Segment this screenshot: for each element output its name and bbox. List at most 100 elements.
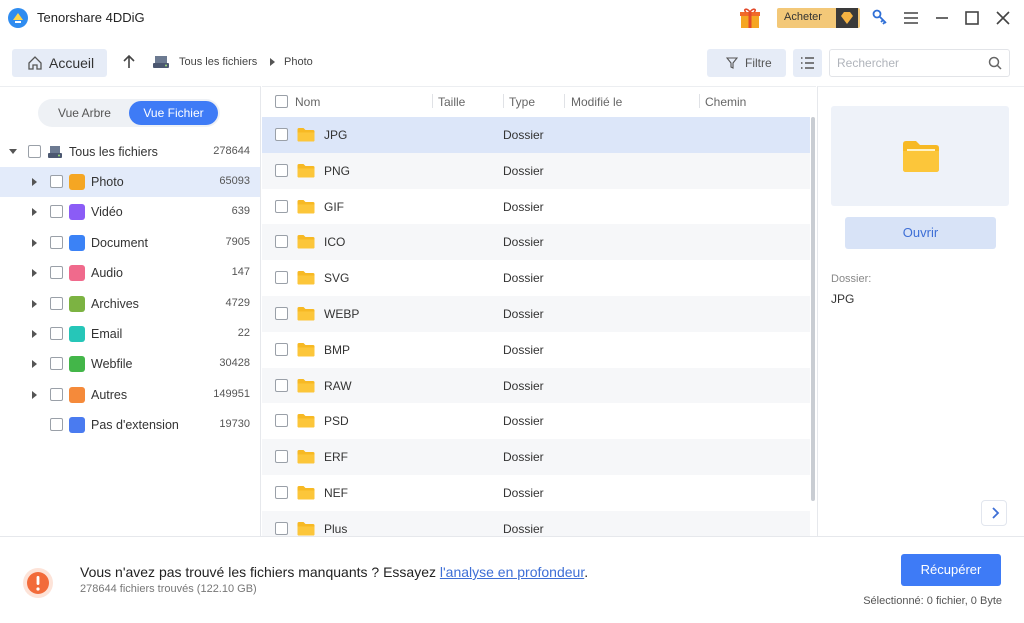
file-row[interactable]: PNG Dossier (262, 152, 810, 189)
deep-scan-link[interactable]: l'analyse en profondeur (440, 564, 584, 580)
file-row-checkbox[interactable] (275, 414, 288, 428)
tree-item-checkbox[interactable] (50, 235, 63, 249)
tree-root-checkbox[interactable] (28, 145, 41, 158)
column-modified[interactable]: Modifié le (571, 95, 622, 109)
email-icon (69, 326, 85, 342)
expand-arrow-icon[interactable] (32, 360, 37, 369)
scrollbar-thumb[interactable] (811, 117, 815, 501)
file-row[interactable]: ICO Dossier (262, 224, 810, 261)
file-row[interactable]: SVG Dossier (262, 260, 810, 296)
file-row-checkbox[interactable] (275, 271, 288, 285)
file-row-checkbox[interactable] (275, 521, 288, 535)
file-list-scrollbar[interactable] (810, 117, 816, 536)
tree-item-label: Document (91, 235, 148, 250)
column-divider[interactable] (432, 94, 433, 108)
file-row[interactable]: JPG Dossier (262, 117, 810, 153)
file-row-checkbox[interactable] (275, 199, 288, 213)
tree-item-checkbox[interactable] (50, 205, 63, 219)
file-type: Dossier (503, 342, 544, 357)
file-row-checkbox[interactable] (275, 486, 288, 499)
file-row[interactable]: BMP Dossier (262, 332, 810, 368)
expand-arrow-icon[interactable] (32, 390, 37, 399)
tree-item-checkbox[interactable] (50, 357, 63, 371)
file-row[interactable]: WEBP Dossier (262, 296, 810, 332)
tree-item-checkbox[interactable] (50, 387, 63, 401)
file-row[interactable]: NEF Dossier (262, 475, 810, 511)
search-icon[interactable] (988, 56, 1002, 70)
folder-icon (297, 199, 315, 214)
message-suffix: . (584, 564, 589, 580)
key-icon[interactable] (870, 8, 890, 28)
tree-item-checkbox[interactable] (50, 266, 63, 280)
drive-icon (48, 146, 62, 158)
filter-icon (726, 57, 738, 69)
buy-button[interactable]: Acheter (777, 8, 860, 28)
recover-button[interactable]: Récupérer (901, 554, 1001, 586)
tree-item-document[interactable]: Document 7905 (0, 228, 260, 258)
file-row-checkbox[interactable] (275, 307, 288, 320)
menu-icon[interactable] (901, 8, 921, 28)
file-row-checkbox[interactable] (275, 128, 288, 141)
column-type[interactable]: Type (509, 95, 535, 109)
tree-item-count: 19730 (219, 418, 250, 431)
home-button[interactable]: Accueil (12, 49, 107, 77)
maximize-icon[interactable] (962, 8, 982, 28)
breadcrumb-photo[interactable]: Photo (284, 56, 313, 68)
expand-arrow-icon[interactable] (32, 299, 37, 308)
expand-arrow-icon[interactable] (32, 269, 37, 278)
expand-arrow-icon[interactable] (32, 208, 37, 217)
column-size[interactable]: Taille (438, 95, 465, 109)
next-button[interactable] (981, 500, 1007, 526)
file-row[interactable]: Plus Dossier (262, 510, 810, 536)
up-arrow-icon[interactable] (121, 54, 137, 70)
close-icon[interactable] (993, 8, 1013, 28)
tree-root-all-files[interactable]: Tous les fichiers 278644 (0, 137, 260, 167)
tree-item-label: Archives (91, 296, 139, 311)
expand-arrow-icon[interactable] (32, 330, 37, 338)
tree-item-webfile[interactable]: Webfile 30428 (0, 349, 260, 379)
gift-icon[interactable] (738, 6, 762, 30)
tree-item-photo[interactable]: Photo 65093 (0, 167, 260, 197)
tree-view-tab[interactable]: Vue Arbre (40, 101, 129, 125)
list-view-button[interactable] (793, 49, 822, 77)
file-view-tab[interactable]: Vue Fichier (129, 101, 218, 125)
filter-button[interactable]: Filtre (707, 49, 786, 77)
column-path[interactable]: Chemin (705, 95, 746, 109)
column-name[interactable]: Nom (295, 95, 320, 109)
tree-item-vid-o[interactable]: Vidéo 639 (0, 197, 260, 227)
file-row-checkbox[interactable] (275, 235, 288, 249)
minimize-icon[interactable] (932, 8, 952, 28)
select-all-checkbox[interactable] (275, 95, 288, 108)
file-row-checkbox[interactable] (275, 378, 288, 392)
document-icon (69, 234, 85, 251)
collapse-arrow-icon[interactable] (9, 149, 17, 154)
tree-item-audio[interactable]: Audio 147 (0, 258, 260, 288)
tree-item-checkbox[interactable] (50, 418, 63, 432)
file-row[interactable]: ERF Dossier (262, 439, 810, 475)
tree-item-checkbox[interactable] (50, 327, 63, 340)
others-icon (69, 386, 85, 403)
search-input[interactable] (837, 56, 977, 70)
expand-arrow-icon[interactable] (32, 238, 37, 247)
tree-item-pas-d-extension[interactable]: Pas d'extension 19730 (0, 410, 260, 440)
column-divider[interactable] (564, 94, 565, 108)
file-row[interactable]: RAW Dossier (262, 367, 810, 404)
app-title: Tenorshare 4DDiG (37, 10, 145, 25)
file-row[interactable]: GIF Dossier (262, 189, 810, 225)
tree-item-checkbox[interactable] (50, 296, 63, 310)
file-row-checkbox[interactable] (275, 163, 288, 177)
file-row-checkbox[interactable] (275, 450, 288, 464)
column-divider[interactable] (503, 94, 504, 108)
column-divider[interactable] (699, 94, 700, 108)
tree-item-checkbox[interactable] (50, 175, 63, 188)
file-row-checkbox[interactable] (275, 342, 288, 356)
expand-arrow-icon[interactable] (32, 178, 37, 186)
breadcrumb-all-files[interactable]: Tous les fichiers (179, 56, 257, 68)
open-button[interactable]: Ouvrir (845, 217, 996, 249)
tree-item-autres[interactable]: Autres 149951 (0, 380, 260, 410)
breadcrumb-separator-icon (270, 58, 275, 66)
tree-item-email[interactable]: Email 22 (0, 319, 260, 349)
folder-icon (297, 486, 315, 500)
file-row[interactable]: PSD Dossier (262, 403, 810, 439)
tree-item-archives[interactable]: Archives 4729 (0, 289, 260, 319)
